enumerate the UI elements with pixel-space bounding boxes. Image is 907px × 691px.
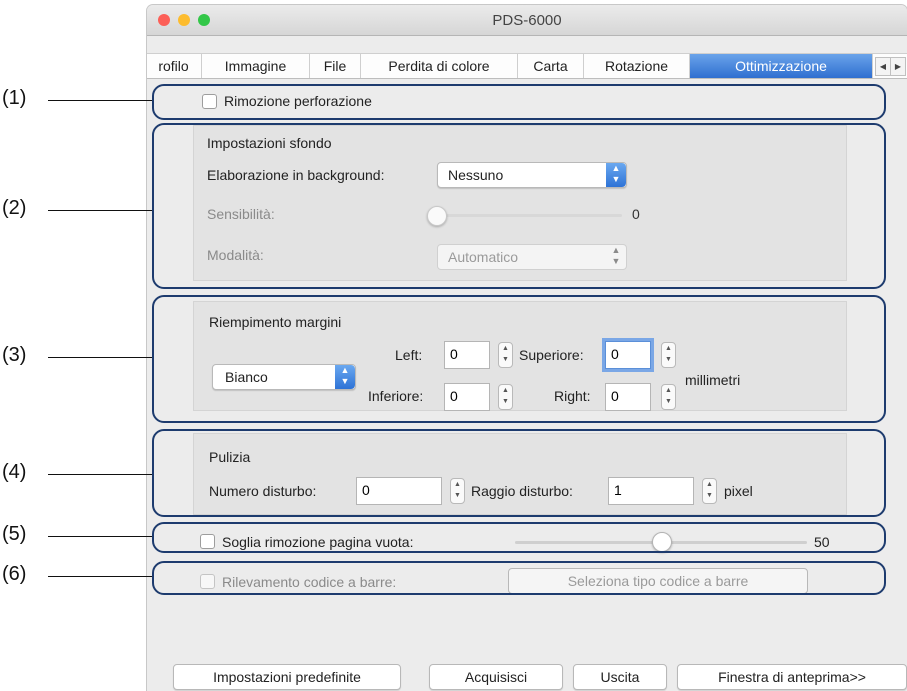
title-bar: PDS-6000 [147, 5, 907, 36]
callout-frame-3 [152, 295, 886, 423]
callout-number-5: (5) [2, 523, 27, 545]
tab-file[interactable]: File [310, 54, 361, 78]
exit-button[interactable]: Uscita [573, 664, 667, 690]
callout-number-3: (3) [2, 344, 27, 366]
callout-leader-2 [48, 210, 152, 211]
callout-number-6: (6) [2, 563, 27, 585]
callout-number-2: (2) [2, 197, 27, 219]
callout-frame-2 [152, 123, 886, 289]
tab-carta[interactable]: Carta [518, 54, 584, 78]
tab-bar: rofilo Immagine File Perdita di colore C… [147, 53, 907, 79]
tab-profilo[interactable]: rofilo [147, 54, 202, 78]
callout-frame-4 [152, 429, 886, 517]
callout-number-4: (4) [2, 461, 27, 483]
preview-window-button[interactable]: Finestra di anteprima>> [677, 664, 907, 690]
callout-leader-4 [48, 474, 152, 475]
callout-frame-6 [152, 561, 886, 595]
defaults-button[interactable]: Impostazioni predefinite [173, 664, 401, 690]
callout-leader-5 [48, 536, 152, 537]
tab-scroll-right-icon[interactable]: ▶ [890, 57, 906, 76]
tab-rotazione[interactable]: Rotazione [584, 54, 690, 78]
tab-scroll-left-icon[interactable]: ◀ [875, 57, 891, 76]
tab-perdita-di-colore[interactable]: Perdita di colore [361, 54, 518, 78]
callout-leader-3 [48, 357, 152, 358]
callout-leader-6 [48, 576, 152, 577]
tab-ottimizzazione[interactable]: Ottimizzazione [690, 54, 873, 78]
tab-immagine[interactable]: Immagine [202, 54, 310, 78]
callout-number-1: (1) [2, 87, 27, 109]
window-title: PDS-6000 [492, 12, 562, 29]
callout-frame-1 [152, 84, 886, 120]
callout-leader-1 [48, 100, 152, 101]
callout-frame-5 [152, 522, 886, 553]
acquire-button[interactable]: Acquisisci [429, 664, 563, 690]
